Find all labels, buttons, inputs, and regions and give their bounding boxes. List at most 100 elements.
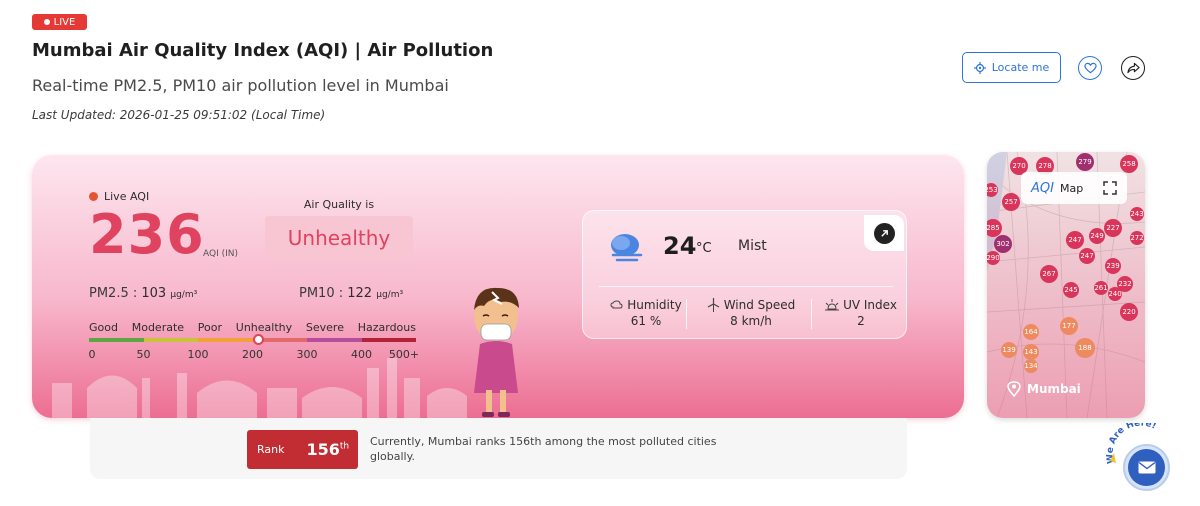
pm10-label: PM10 : [299,286,344,301]
wind-turbine-icon [707,298,719,312]
wind-value: 8 km/h [730,314,772,328]
map-aqi-pin[interactable]: 247 [1066,231,1084,249]
scale-label-good: Good [89,321,118,334]
aqi-value: 236 [89,203,205,266]
scale-label-severe: Severe [305,321,344,334]
map-aqi-pin[interactable]: 249 [1089,228,1105,244]
uv-value: 2 [857,314,865,328]
map-aqi-pin[interactable]: 177 [1060,317,1078,335]
mist-cloud-icon [611,234,643,262]
live-indicator-icon [89,192,98,201]
scale-segment [143,338,198,342]
map-aqi-pin[interactable]: 243 [1130,207,1144,221]
rank-value: 156th [306,440,349,459]
map-aqi-pin[interactable]: 258 [1120,155,1138,173]
scale-segment [89,338,144,342]
rank-description: Currently, Mumbai ranks 156th among the … [370,435,717,463]
last-updated: Last Updated: 2026-01-25 09:51:02 (Local… [32,108,326,122]
share-icon [1126,62,1140,74]
scale-label-poor: Poor [197,321,223,334]
expand-arrow-icon [880,229,888,237]
map-aqi-pin[interactable]: 239 [1105,258,1121,274]
scale-label-moderate: Moderate [131,321,185,334]
contact-mail-button[interactable] [1123,444,1170,491]
pm10-unit: μg/m³ [376,290,404,300]
share-button[interactable] [1121,56,1145,80]
scale-number: 200 [242,348,263,361]
map-aqi-pin[interactable]: 220 [1120,303,1138,321]
aqi-map-label: Map [1059,181,1084,195]
humidity-stat: Humidity 61 % [601,298,691,328]
map-aqi-pin[interactable]: 164 [1023,324,1039,340]
pm10-reading: PM10 : 122 μg/m³ [299,286,403,301]
humidity-label: Humidity [627,298,682,312]
aqi-map-card[interactable]: 2702782792582532572432852272723022472492… [987,152,1145,418]
fullscreen-icon [1103,181,1117,195]
temperature-unit: °C [696,241,712,256]
scale-segment [198,338,253,342]
weather-separator [811,299,812,329]
map-aqi-pin[interactable]: 134 [1024,359,1038,373]
scale-segment [361,338,416,342]
temperature-value: 24 [663,232,697,260]
aqi-page: LIVE Mumbai Air Quality Index (AQI) | Ai… [0,0,1200,506]
live-aqi-label: Live AQI [89,190,149,203]
live-badge-label: LIVE [53,16,76,28]
scale-label-hazardous: Hazardous [357,321,416,334]
air-quality-heading: Air Quality is [303,198,375,211]
map-aqi-pin[interactable]: 261 [1094,281,1108,295]
scale-number: 400 [351,348,372,361]
map-aqi-pin[interactable]: 227 [1104,219,1122,237]
mail-icon [1138,461,1155,474]
humidity-icon [610,299,623,308]
scale-number: 500+ [388,348,420,361]
weather-separator [686,299,687,329]
live-aqi-text: Live AQI [104,190,150,203]
map-aqi-pin[interactable]: 279 [1076,153,1094,171]
map-aqi-pin[interactable]: 139 [1001,342,1017,358]
pm25-value: 103 [141,286,167,301]
scale-label-unhealthy: Unhealthy [235,321,293,334]
live-dot-icon [43,19,50,25]
humidity-value: 61 % [630,314,662,328]
weather-condition: Mist [738,238,767,254]
scale-segment [307,338,362,342]
map-aqi-pin[interactable]: 257 [1002,193,1020,211]
map-aqi-pin[interactable]: 247 [1079,248,1095,264]
rank-badge: Rank 156th [247,430,358,469]
weather-panel: 24 °C Mist Humidity 61 % Wind Speed 8 km… [582,210,907,339]
page-subtitle: Real-time PM2.5, PM10 air pollution leve… [32,76,449,95]
map-aqi-pin[interactable]: 302 [994,235,1012,253]
pm25-label: PM2.5 : [89,286,138,301]
air-quality-status: Unhealthy [265,216,413,259]
map-aqi-pin[interactable]: 267 [1040,265,1058,283]
aqi-scale-labels: Good Moderate Poor Unhealthy Severe Haza… [89,321,416,334]
scale-number: 50 [136,348,151,361]
rank-suffix: th [339,441,350,452]
locate-me-button[interactable]: Locate me [962,52,1061,83]
favorite-button[interactable] [1078,56,1102,80]
map-aqi-pin[interactable]: 188 [1075,338,1095,358]
uv-label: UV Index [843,298,897,312]
map-city-name: Mumbai [1027,382,1081,396]
location-pin-icon [1007,381,1021,397]
map-aqi-pin[interactable]: 143 [1023,344,1039,360]
map-aqi-pin[interactable]: 245 [1063,282,1079,298]
map-aqi-pin[interactable]: 240 [1108,287,1122,301]
scale-number: 0 [88,348,96,361]
aqi-scale-marker [252,334,264,345]
page-title: Mumbai Air Quality Index (AQI) | Air Pol… [32,40,494,61]
pm10-value: 122 [347,286,373,301]
scale-number: 300 [296,348,318,361]
map-city-label: Mumbai [1007,381,1081,397]
weather-expand-button[interactable] [864,215,904,251]
locate-icon [973,61,986,74]
aqi-map-button[interactable]: AQI Map [1021,172,1127,204]
heart-icon [1083,62,1097,74]
map-aqi-pin[interactable]: 272 [1130,231,1144,245]
wind-label: Wind Speed [723,298,796,312]
uv-stat: UV Index 2 [821,298,901,328]
scale-number: 100 [187,348,209,361]
pm25-reading: PM2.5 : 103 μg/m³ [89,286,197,301]
pm25-unit: μg/m³ [170,290,198,300]
